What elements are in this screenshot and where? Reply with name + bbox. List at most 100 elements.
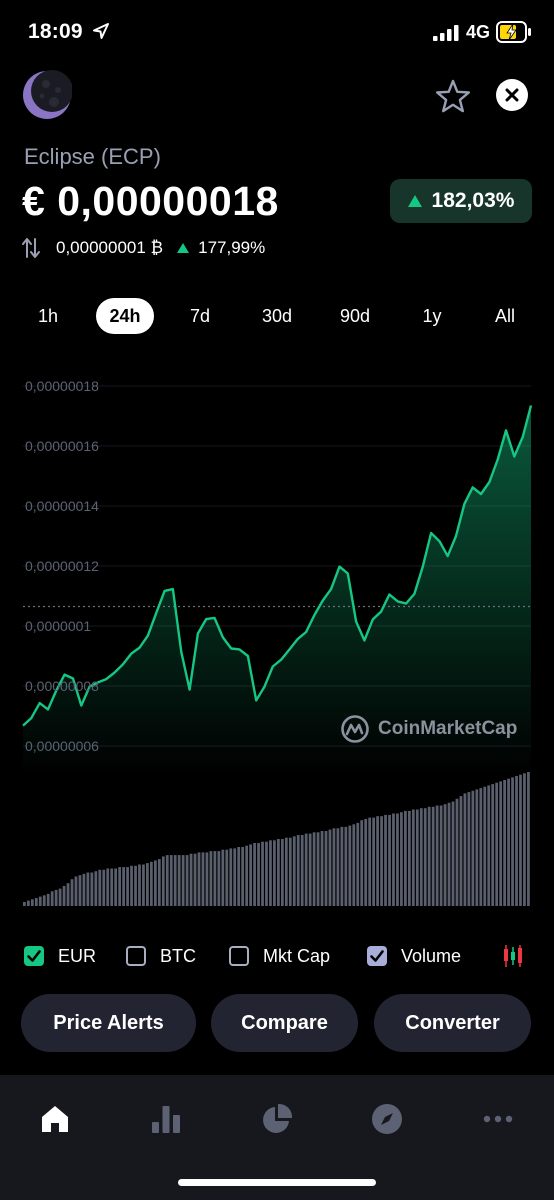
bar-chart-icon [152,1106,180,1133]
volume-bar [193,853,197,906]
volume-bar [348,825,352,906]
volume-bar [372,817,376,906]
up-arrow-icon [177,243,190,253]
volume-bar [114,868,118,906]
y-tick-label: 0,00000012 [25,558,99,574]
price-change-badge: 182,03% [390,179,532,223]
volume-bar [431,806,435,906]
volume-bar [439,805,443,906]
volume-bar [400,812,403,906]
coinmarketcap-logo-icon [341,715,369,743]
volume-bar [296,835,300,906]
volume-bar [70,879,74,906]
close-button[interactable] [496,79,528,111]
y-tick-label: 0,0000001 [25,618,91,634]
volume-bar [411,809,415,906]
toggle-volume[interactable]: Volume [367,938,461,974]
btc-price-row: 0,00000001 ₿ 177,99% [22,236,265,260]
time-range-tabs: 1h 24h 7d 30d 90d 1y All [0,298,554,336]
volume-bar [177,855,181,906]
volume-bar [515,776,518,906]
volume-bar [467,792,471,906]
watchlist-star-icon[interactable] [434,78,472,116]
volume-bar [98,869,102,906]
volume-bar [273,840,276,906]
volume-bar [352,824,356,906]
candlestick-chart-icon[interactable] [502,944,524,968]
volume-bar [245,845,249,906]
price-chart[interactable]: 0,00000018 0,00000016 0,00000014 0,00000012… [0,360,554,920]
nav-home[interactable] [25,1089,85,1149]
volume-bar [384,814,387,906]
volume-bar [419,808,423,906]
volume-bar [507,778,510,906]
volume-bar [423,808,427,906]
toggle-eur-label: EUR [58,945,97,966]
volume-bar [308,833,312,906]
compare-button[interactable]: Compare [211,994,358,1052]
mkt-cap-checkbox[interactable] [229,946,249,966]
toggle-btc[interactable]: BTC [126,938,196,974]
tab-7d[interactable]: 7d [178,298,222,334]
btc-checkbox[interactable] [126,946,146,966]
volume-bar [78,875,82,906]
volume-bar [336,828,340,906]
nav-discover[interactable] [357,1089,417,1149]
price-alerts-button[interactable]: Price Alerts [21,994,196,1052]
volume-bar [407,810,411,906]
volume-bar [217,851,221,906]
tab-1h[interactable]: 1h [28,298,68,334]
toggle-mkt-cap-label: Mkt Cap [263,945,331,966]
y-tick-label: 0,00000016 [25,438,99,454]
toggle-mkt-cap[interactable]: Mkt Cap [229,938,330,974]
nav-portfolio[interactable] [247,1089,307,1149]
swap-arrows-icon[interactable] [22,237,40,259]
toggle-eur[interactable]: EUR [24,938,96,974]
volume-bar [392,813,395,906]
pie-chart-icon [263,1103,293,1133]
more-icon [483,1115,513,1123]
tab-1y[interactable]: 1y [412,298,452,334]
nav-markets[interactable] [136,1089,196,1149]
action-buttons: Price Alerts Compare Converter [0,994,554,1054]
home-icon [42,1106,68,1132]
volume-bar [146,863,149,906]
volume-bar [519,774,522,906]
volume-bar [122,867,125,906]
coin-logo-icon [23,70,72,119]
volume-bar [304,833,308,906]
volume-bar [161,856,165,906]
volume-bar [380,816,383,906]
volume-bar [46,893,50,906]
volume-bar [495,782,499,906]
volume-bar [197,852,201,906]
volume-bar [344,826,348,906]
tab-24h[interactable]: 24h [96,298,154,334]
nav-more[interactable] [468,1089,528,1149]
tab-30d[interactable]: 30d [252,298,302,334]
converter-button[interactable]: Converter [374,994,531,1052]
volume-bar [356,822,360,906]
signal-icon [433,25,459,41]
volume-bar [261,841,264,906]
volume-bar [126,867,129,906]
eur-checkbox[interactable] [24,946,44,966]
volume-bar [447,802,451,906]
volume-bar [300,835,304,906]
volume-bar [201,852,205,906]
volume-bar [463,793,467,906]
coinmarketcap-watermark: CoinMarketCap [340,712,517,746]
watermark-text: CoinMarketCap [378,718,518,739]
volume-bar [443,804,447,906]
volume-bar [368,817,372,906]
volume-bar [58,888,62,906]
volume-checkbox[interactable] [367,946,387,966]
volume-bar [451,801,455,906]
tab-all[interactable]: All [484,298,526,334]
tab-90d[interactable]: 90d [330,298,380,334]
volume-bar [74,876,78,906]
volume-bar [138,864,141,906]
checkmark-icon [370,950,384,962]
volume-bar [415,809,419,906]
btc-price-change: 177,99% [198,238,266,257]
